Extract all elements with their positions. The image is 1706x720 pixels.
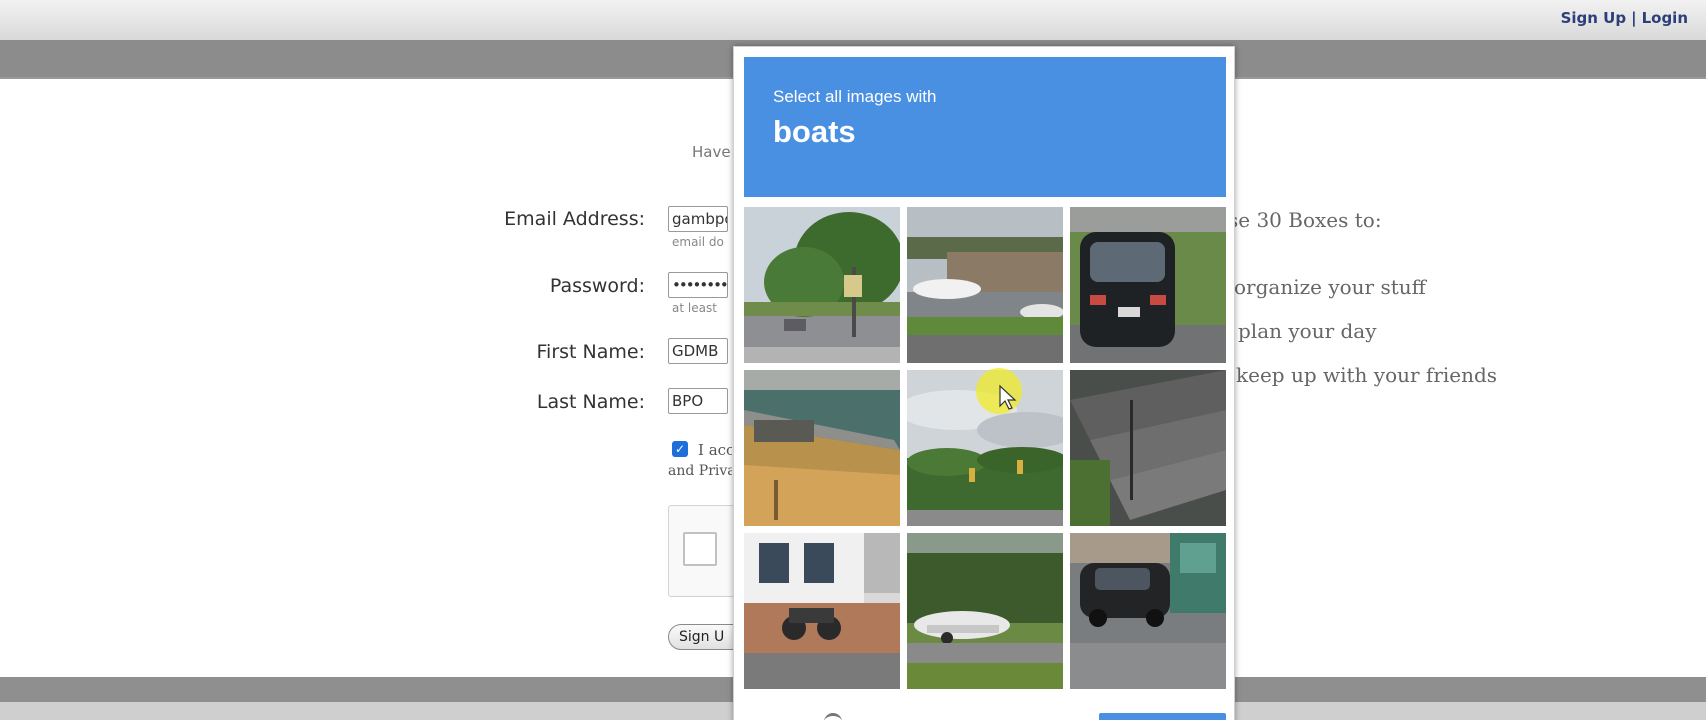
parking-car-image (1070, 533, 1226, 689)
email-label: Email Address: (504, 208, 645, 230)
password-hint: at least (672, 301, 717, 315)
captcha-tile-4[interactable] (744, 370, 900, 526)
verify-button[interactable] (1099, 713, 1226, 720)
first-name-field[interactable]: GDMB (668, 338, 728, 364)
captcha-header: Select all images with boats (744, 57, 1226, 197)
promo-item: keep up with your friends (1236, 363, 1498, 387)
captcha-tile-8[interactable] (907, 533, 1063, 689)
captcha-tile-9[interactable] (1070, 533, 1226, 689)
login-link[interactable]: Login (1642, 9, 1688, 27)
link-separator: | (1631, 9, 1637, 27)
terms-text-line1: I acc (698, 441, 732, 459)
sign-up-link[interactable]: Sign Up (1561, 9, 1627, 27)
captcha-tile-6[interactable] (1070, 370, 1226, 526)
black-car-image (1070, 207, 1226, 363)
terms-text-line2: and Priva (668, 463, 732, 479)
boats-lot-image (907, 207, 1063, 363)
captcha-tile-7[interactable] (744, 533, 900, 689)
reload-icon[interactable] (824, 713, 842, 720)
last-name-label: Last Name: (536, 391, 645, 413)
recaptcha-checkbox[interactable] (683, 532, 717, 566)
auth-links: Sign Up | Login (1561, 9, 1688, 27)
captcha-target-word: boats (773, 114, 856, 149)
password-field[interactable]: ••••••••••• (668, 272, 728, 298)
top-bar: Sign Up | Login (0, 0, 1706, 40)
password-label: Password: (549, 275, 645, 297)
terms-checkbox[interactable]: ✓ (672, 441, 688, 457)
mouse-pointer-icon (999, 384, 1017, 410)
captcha-tile-1[interactable] (744, 207, 900, 363)
boat-deck-image (744, 370, 900, 526)
email-field[interactable]: gambpc (668, 206, 728, 232)
captcha-image-grid (744, 207, 1226, 689)
storefront-image (744, 533, 900, 689)
captcha-tile-2[interactable] (907, 207, 1063, 363)
promo-item: organize your stuff (1234, 275, 1426, 299)
street-trees-image (744, 207, 900, 363)
have-account-text: Have (692, 143, 731, 161)
email-hint: email do (672, 235, 724, 249)
sign-up-button[interactable]: Sign U (668, 624, 738, 650)
promo-heading: se 30 Boxes to: (1228, 208, 1382, 232)
boat-trailer-image (907, 533, 1063, 689)
promo-item: plan your day (1238, 319, 1377, 343)
captcha-tile-3[interactable] (1070, 207, 1226, 363)
captcha-instruction: Select all images with (773, 87, 937, 106)
first-name-label: First Name: (536, 341, 645, 363)
last-name-field[interactable]: BPO (668, 388, 728, 414)
stairs-image (1070, 370, 1226, 526)
